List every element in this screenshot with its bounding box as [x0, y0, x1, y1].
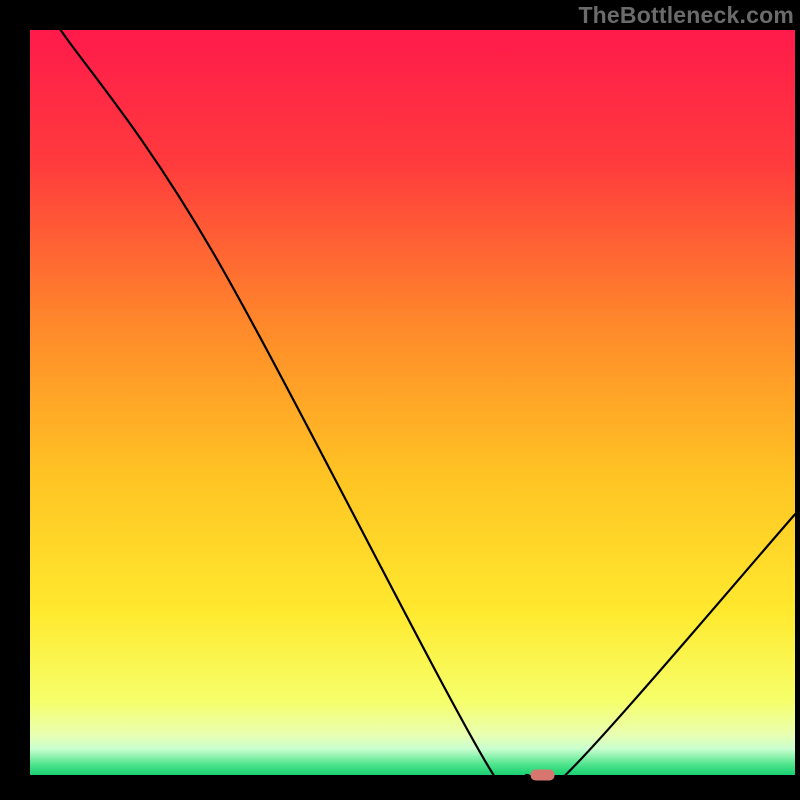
- chart-plot-area: [30, 30, 795, 775]
- optimal-point-marker: [531, 770, 555, 781]
- bottleneck-chart: [0, 0, 800, 800]
- chart-container: TheBottleneck.com: [0, 0, 800, 800]
- watermark-text: TheBottleneck.com: [578, 2, 794, 29]
